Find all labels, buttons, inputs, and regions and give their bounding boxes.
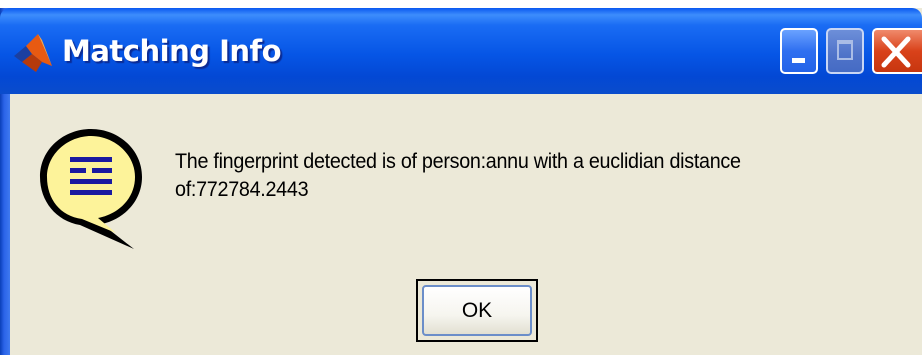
matching-info-dialog: Matching Info The fingerprint detected i… bbox=[0, 8, 922, 355]
help-speech-bubble-icon bbox=[36, 125, 146, 253]
dialog-message: The fingerprint detected is of person:an… bbox=[175, 150, 741, 201]
title-bar[interactable]: Matching Info bbox=[0, 8, 922, 94]
window-title: Matching Info bbox=[62, 34, 282, 68]
minimize-button[interactable] bbox=[780, 28, 818, 74]
maximize-icon bbox=[837, 40, 853, 60]
maximize-button[interactable] bbox=[826, 28, 864, 74]
ok-button[interactable]: OK bbox=[416, 279, 538, 342]
matlab-logo-icon bbox=[12, 32, 54, 74]
close-button[interactable] bbox=[872, 28, 922, 74]
minimize-icon bbox=[792, 58, 805, 63]
ok-button-label: OK bbox=[422, 285, 532, 336]
close-icon bbox=[880, 36, 914, 68]
